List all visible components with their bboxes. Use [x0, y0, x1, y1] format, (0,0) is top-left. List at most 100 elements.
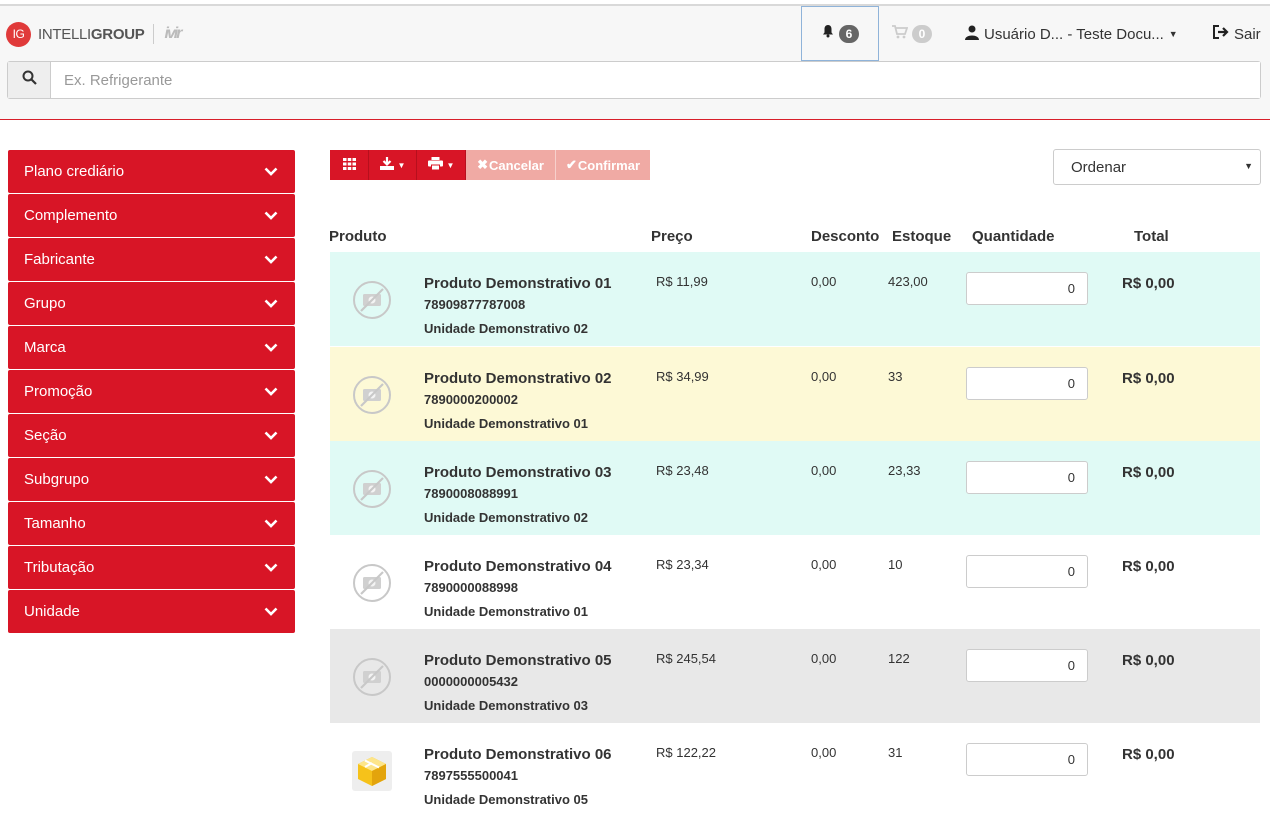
- cart-icon: [892, 24, 909, 44]
- confirm-button[interactable]: ✔ Confirmar: [556, 150, 650, 180]
- product-discount: 0,00: [811, 651, 837, 666]
- product-stock: 122: [888, 651, 910, 666]
- print-button[interactable]: ▼: [417, 150, 466, 180]
- product-name[interactable]: Produto Demonstrativo 03: [424, 464, 612, 481]
- quantity-input[interactable]: [966, 743, 1088, 776]
- chevron-down-icon: [263, 472, 279, 488]
- sidebar-filter-label: Promoção: [24, 383, 93, 400]
- sidebar-filter-item[interactable]: Plano crediário: [8, 150, 295, 193]
- product-price: R$ 11,99: [656, 274, 708, 289]
- product-price: R$ 23,34: [656, 557, 709, 572]
- chevron-down-icon: [263, 428, 279, 444]
- product-code: 0000000005432: [424, 674, 518, 689]
- download-button[interactable]: ▼: [369, 150, 417, 180]
- column-header-quantity: Quantidade: [972, 228, 1055, 245]
- product-unit: Unidade Demonstrativo 02: [424, 510, 588, 525]
- notifications-button[interactable]: 6: [801, 6, 879, 61]
- cart-button[interactable]: 0: [892, 22, 932, 46]
- product-stock: 33: [888, 369, 903, 384]
- product-name[interactable]: Produto Demonstrativo 06: [424, 746, 612, 763]
- sidebar-filter-label: Complemento: [24, 207, 118, 224]
- chevron-down-icon: [263, 164, 279, 180]
- quantity-input[interactable]: [966, 272, 1088, 305]
- user-menu[interactable]: Usuário D... - Teste Docu... ▼: [965, 22, 1178, 46]
- chevron-down-icon: [263, 604, 279, 620]
- user-name: Usuário D... - Teste Docu...: [984, 25, 1164, 43]
- table-row: Produto Demonstrativo 02 7890000200002 Uni…: [330, 347, 1260, 441]
- chevron-down-icon: ▼: [1168, 29, 1178, 39]
- chevron-down-icon: [263, 252, 279, 268]
- product-total: R$ 0,00: [1122, 464, 1175, 481]
- sidebar-filter-label: Fabricante: [24, 251, 95, 268]
- product-price: R$ 122,22: [656, 745, 716, 760]
- sidebar-filter-label: Unidade: [24, 603, 80, 620]
- no-image-icon[interactable]: [352, 280, 392, 320]
- column-header-stock: Estoque: [892, 228, 952, 245]
- product-unit: Unidade Demonstrativo 01: [424, 416, 588, 431]
- product-unit: Unidade Demonstrativo 03: [424, 698, 588, 713]
- quantity-input[interactable]: [966, 649, 1088, 682]
- no-image-icon[interactable]: [352, 563, 392, 603]
- column-header-price: Preço: [651, 228, 693, 245]
- logo[interactable]: IG INTELLIGROUP ivir: [6, 21, 182, 47]
- product-stock: 423,00: [888, 274, 928, 289]
- sidebar-filter-item[interactable]: Seção: [8, 414, 295, 457]
- sidebar-filter-item[interactable]: Fabricante: [8, 238, 295, 281]
- product-price: R$ 34,99: [656, 369, 709, 384]
- column-header-product: Produto: [329, 228, 387, 245]
- chevron-down-icon: [263, 296, 279, 312]
- quantity-input[interactable]: [966, 367, 1088, 400]
- sidebar-filter-item[interactable]: Complemento: [8, 194, 295, 237]
- sidebar-filter-item[interactable]: Tamanho: [8, 502, 295, 545]
- column-header-discount: Desconto: [811, 228, 880, 245]
- cancel-button[interactable]: ✖ Cancelar: [466, 150, 556, 180]
- product-name[interactable]: Produto Demonstrativo 01: [424, 275, 612, 292]
- sidebar-filter-item[interactable]: Unidade: [8, 590, 295, 633]
- search-bar: [7, 61, 1261, 99]
- product-total: R$ 0,00: [1122, 370, 1175, 387]
- sidebar-filter-label: Tamanho: [24, 515, 86, 532]
- sidebar-filter-label: Subgrupo: [24, 471, 90, 488]
- product-name[interactable]: Produto Demonstrativo 04: [424, 558, 612, 575]
- sidebar-filter-item[interactable]: Tributação: [8, 546, 295, 589]
- confirm-label: Confirmar: [577, 157, 641, 173]
- check-icon: ✔: [565, 157, 577, 172]
- product-name[interactable]: Produto Demonstrativo 05: [424, 652, 612, 669]
- logo-badge: IG: [6, 21, 31, 47]
- quantity-input[interactable]: [966, 555, 1088, 588]
- no-image-icon[interactable]: [352, 469, 392, 509]
- product-name[interactable]: Produto Demonstrativo 02: [424, 370, 612, 387]
- sidebar-filter-item[interactable]: Subgrupo: [8, 458, 295, 501]
- user-icon: [965, 25, 979, 44]
- sidebar-filter-item[interactable]: Marca: [8, 326, 295, 369]
- product-total: R$ 0,00: [1122, 275, 1175, 292]
- sidebar-filter-item[interactable]: Grupo: [8, 282, 295, 325]
- no-image-icon[interactable]: [352, 375, 392, 415]
- quantity-input[interactable]: [966, 461, 1088, 494]
- chevron-down-icon: [263, 516, 279, 532]
- logout-icon: [1213, 25, 1229, 43]
- sidebar-filter-label: Tributação: [24, 559, 95, 576]
- sidebar-filter-label: Seção: [24, 427, 67, 444]
- header: IG INTELLIGROUP ivir 6 0 Usuário D... - …: [0, 6, 1270, 120]
- search-icon: [22, 70, 37, 90]
- chevron-down-icon: [263, 208, 279, 224]
- logo-text-bold: GROUP: [90, 25, 145, 43]
- grid-view-button[interactable]: [330, 150, 369, 180]
- order-select[interactable]: Ordenar ▼: [1053, 149, 1261, 185]
- sidebar-filter-label: Marca: [24, 339, 66, 356]
- product-code: 7890000200002: [424, 392, 518, 407]
- search-input[interactable]: [51, 62, 1260, 98]
- print-icon: [427, 157, 443, 173]
- product-unit: Unidade Demonstrativo 01: [424, 604, 588, 619]
- product-stock: 10: [888, 557, 903, 572]
- logout-button[interactable]: Sair: [1213, 22, 1261, 46]
- logo-text: INTELLIGROUP: [38, 25, 145, 43]
- logo-separator: [153, 24, 155, 44]
- product-box-icon[interactable]: [352, 751, 392, 791]
- table-row: Produto Demonstrativo 03 7890008088991 Uni…: [330, 441, 1260, 535]
- no-image-icon[interactable]: [352, 657, 392, 697]
- search-button[interactable]: [8, 62, 51, 98]
- sidebar-filter-item[interactable]: Promoção: [8, 370, 295, 413]
- product-total: R$ 0,00: [1122, 746, 1175, 763]
